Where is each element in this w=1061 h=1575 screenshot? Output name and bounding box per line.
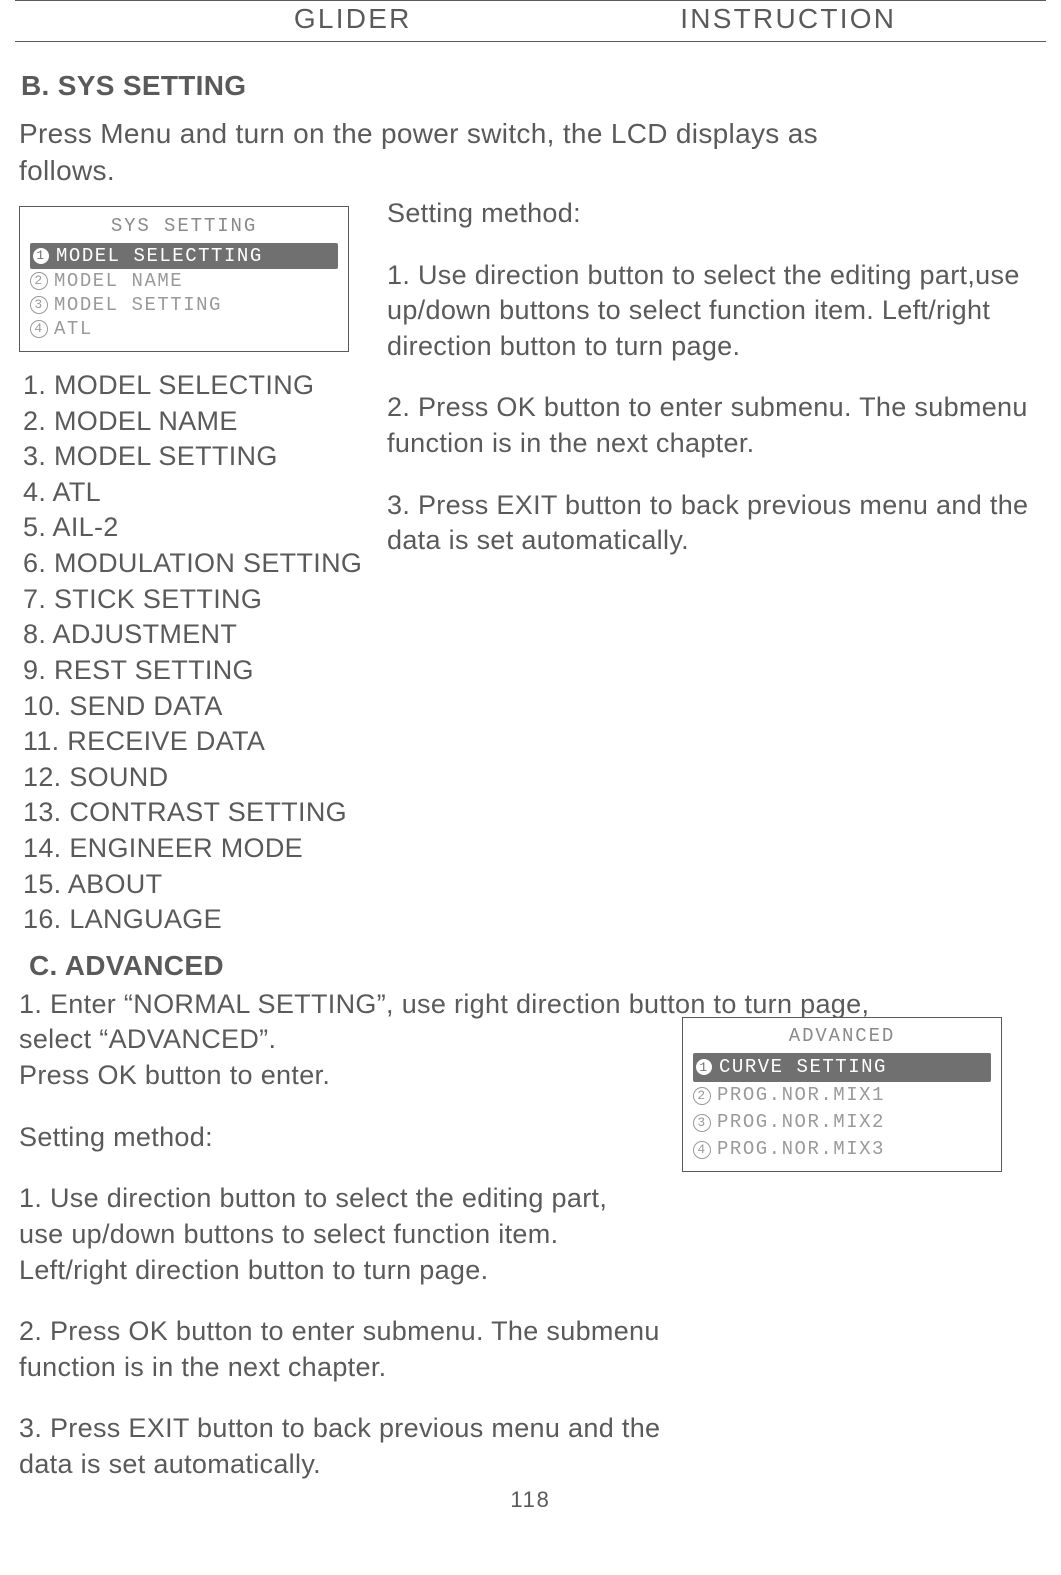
section-b-right: Setting method: 1. Use direction button … — [387, 196, 1046, 585]
section-c-intro-block: 1. Enter “NORMAL SETTING”, use right dir… — [19, 987, 1042, 1094]
row-number-icon: 3 — [693, 1114, 711, 1132]
advanced-lcd-row: 3 PROG.NOR.MIX2 — [693, 1109, 991, 1136]
list-item: 7. STICK SETTING — [23, 582, 365, 618]
advanced-lcd-title: ADVANCED — [693, 1024, 991, 1049]
list-item: 3. MODEL SETTING — [23, 439, 365, 475]
step-line: Left/right direction button to turn page… — [19, 1253, 1042, 1289]
list-item: 13. CONTRAST SETTING — [23, 795, 365, 831]
step-line: 1. Use direction button to select the ed… — [19, 1181, 1042, 1217]
page: GLIDER INSTRUCTION B. SYS SETTING Press … — [15, 0, 1046, 1513]
row-number-icon: 1 — [695, 1058, 713, 1076]
sys-lcd-row: 3 MODEL SETTING — [30, 293, 338, 317]
advanced-lcd-row: 4 PROG.NOR.MIX3 — [693, 1136, 991, 1163]
setting-method-heading: Setting method: — [387, 196, 1046, 232]
advanced-lcd-row: 2 PROG.NOR.MIX1 — [693, 1082, 991, 1109]
step-line: data is set automatically. — [19, 1447, 1042, 1483]
setting-method-step: 3. Press EXIT button to back previous me… — [387, 488, 1046, 559]
advanced-lcd: ADVANCED 1 CURVE SETTING 2 PROG.NOR.MIX1… — [682, 1017, 1002, 1172]
list-item: 9. REST SETTING — [23, 653, 365, 689]
sys-lcd-row: 4 ATL — [30, 317, 338, 341]
header-right: INSTRUCTION — [571, 3, 1047, 35]
sys-lcd-title: SYS SETTING — [30, 215, 338, 237]
list-item: 10. SEND DATA — [23, 689, 365, 725]
row-label: MODEL SELECTTING — [56, 245, 263, 267]
list-item: 2. MODEL NAME — [23, 404, 365, 440]
list-item: 15. ABOUT — [23, 867, 365, 903]
row-number-icon: 1 — [32, 247, 50, 265]
row-label: MODEL NAME — [54, 270, 183, 292]
intro-line-2: follows. — [19, 155, 115, 186]
row-number-icon: 3 — [30, 296, 48, 314]
advanced-lcd-row: 1 CURVE SETTING — [693, 1053, 991, 1082]
header-left: GLIDER — [15, 3, 571, 35]
list-item: 1. MODEL SELECTING — [23, 368, 365, 404]
section-b-body: SYS SETTING 1 MODEL SELECTTING 2 MODEL N… — [15, 196, 1046, 938]
row-label: PROG.NOR.MIX2 — [717, 1110, 885, 1135]
setting-method-step: 3. Press EXIT button to back previous me… — [19, 1411, 1042, 1482]
setting-method-step: 2. Press OK button to enter submenu. The… — [19, 1314, 1042, 1385]
step-line: function is in the next chapter. — [19, 1350, 1042, 1386]
row-label: ATL — [54, 318, 93, 340]
section-c-title: C. ADVANCED — [29, 948, 1042, 985]
row-label: PROG.NOR.MIX1 — [717, 1083, 885, 1108]
sys-lcd-row: 1 MODEL SELECTTING — [30, 243, 338, 269]
list-item: 14. ENGINEER MODE — [23, 831, 365, 867]
setting-method-step: 1. Use direction button to select the ed… — [19, 1181, 1042, 1288]
page-number: 118 — [15, 1487, 1046, 1513]
setting-method-step: 1. Use direction button to select the ed… — [387, 258, 1046, 365]
row-label: MODEL SETTING — [54, 294, 222, 316]
list-item: 11. RECEIVE DATA — [23, 724, 365, 760]
row-number-icon: 4 — [30, 320, 48, 338]
page-header: GLIDER INSTRUCTION — [15, 1, 1046, 42]
row-label: CURVE SETTING — [719, 1055, 887, 1080]
sys-lcd: SYS SETTING 1 MODEL SELECTTING 2 MODEL N… — [19, 206, 349, 352]
section-b-title: B. SYS SETTING — [21, 70, 1046, 102]
section-b-left: SYS SETTING 1 MODEL SELECTTING 2 MODEL N… — [15, 196, 365, 938]
list-item: 16. LANGUAGE — [23, 902, 365, 938]
list-item: 6. MODULATION SETTING — [23, 546, 365, 582]
list-item: 4. ATL — [23, 475, 365, 511]
section-c: C. ADVANCED 1. Enter “NORMAL SETTING”, u… — [19, 948, 1042, 1483]
list-item: 12. SOUND — [23, 760, 365, 796]
row-number-icon: 2 — [693, 1087, 711, 1105]
sys-list: 1. MODEL SELECTING 2. MODEL NAME 3. MODE… — [23, 368, 365, 938]
row-number-icon: 4 — [693, 1141, 711, 1159]
list-item: 5. AIL-2 — [23, 510, 365, 546]
step-line: 2. Press OK button to enter submenu. The… — [19, 1314, 1042, 1350]
row-number-icon: 2 — [30, 272, 48, 290]
row-label: PROG.NOR.MIX3 — [717, 1137, 885, 1162]
step-line: use up/down buttons to select function i… — [19, 1217, 1042, 1253]
intro-line-1: Press Menu and turn on the power switch,… — [19, 118, 818, 149]
sys-lcd-row: 2 MODEL NAME — [30, 269, 338, 293]
section-b-intro: Press Menu and turn on the power switch,… — [19, 116, 1046, 190]
step-line: 3. Press EXIT button to back previous me… — [19, 1411, 1042, 1447]
list-item: 8. ADJUSTMENT — [23, 617, 365, 653]
setting-method-step: 2. Press OK button to enter submenu. The… — [387, 390, 1046, 461]
